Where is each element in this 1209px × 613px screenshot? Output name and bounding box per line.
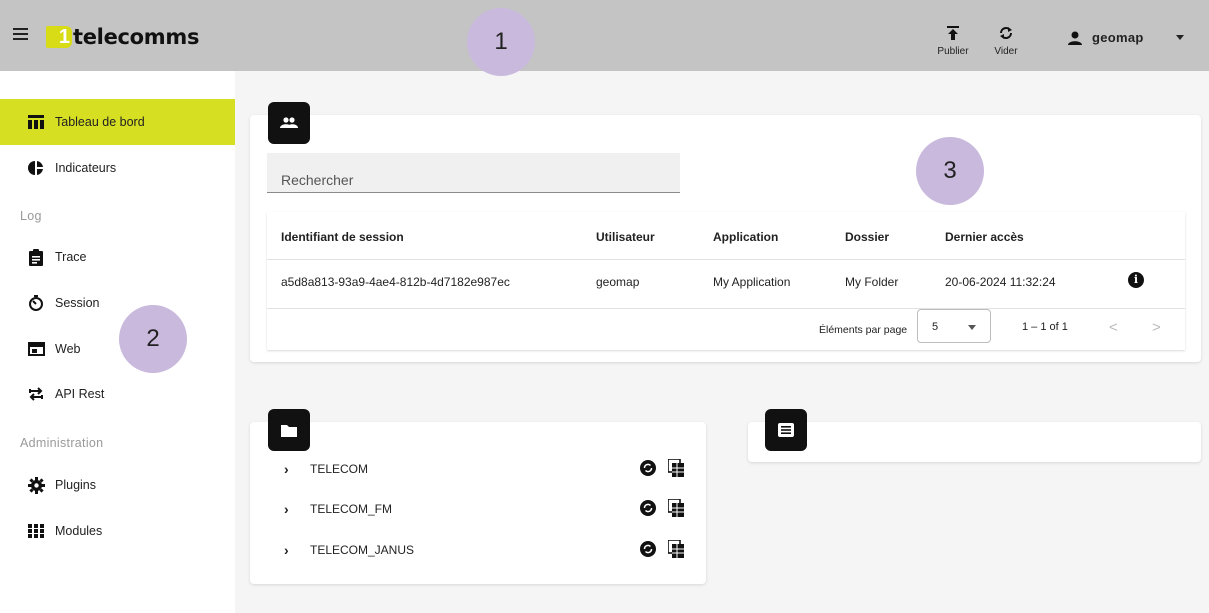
hamburger-menu-icon[interactable] xyxy=(13,28,31,42)
browser-window-icon xyxy=(27,340,45,358)
folder-icon xyxy=(281,424,297,437)
sidebar-item-indicators[interactable]: Indicateurs xyxy=(0,145,235,191)
users-badge xyxy=(268,102,310,144)
search-field[interactable] xyxy=(267,153,680,193)
clipboard-icon xyxy=(27,248,45,266)
sidebar-item-api-rest[interactable]: API Rest xyxy=(0,371,235,417)
app-logo[interactable]: 1 telecomms xyxy=(46,25,199,49)
sessions-table: Identifiant de session Utilisateur Appli… xyxy=(267,212,1185,350)
list-card xyxy=(748,422,1201,462)
sidebar-item-session[interactable]: Session xyxy=(0,280,235,326)
table-header: Identifiant de session Utilisateur Appli… xyxy=(267,212,1185,260)
users-icon xyxy=(280,117,298,128)
paginator: Éléments par page 5 1 – 1 of 1 < > xyxy=(267,309,1185,349)
chevron-right-icon[interactable]: › xyxy=(284,501,289,517)
items-per-page-label: Éléments par page xyxy=(819,324,908,336)
list-icon xyxy=(778,423,794,437)
sidebar-item-label: Trace xyxy=(55,250,87,264)
user-icon xyxy=(1068,31,1082,45)
search-input[interactable] xyxy=(267,153,680,192)
column-header-folder[interactable]: Dossier xyxy=(845,230,889,244)
chevron-right-icon[interactable]: › xyxy=(284,461,289,477)
cell-user: geomap xyxy=(596,275,640,289)
username: geomap xyxy=(1092,30,1144,45)
chevron-down-icon xyxy=(968,325,976,330)
refresh-icon[interactable] xyxy=(640,541,656,557)
user-menu[interactable]: geomap xyxy=(1068,30,1184,45)
sidebar-item-label: Web xyxy=(55,342,81,356)
sidebar-item-label: Plugins xyxy=(55,478,96,492)
cell-last-access: 20-06-2024 11:32:24 xyxy=(945,275,1056,289)
page-range: 1 – 1 of 1 xyxy=(1022,321,1068,333)
clear-label: Vider xyxy=(994,46,1018,57)
folder-tree-item[interactable]: › TELECOM_JANUS xyxy=(250,530,706,570)
section-label-administration: Administration xyxy=(20,436,104,450)
folder-name: TELECOM_FM xyxy=(310,502,393,516)
top-bar: 1 telecomms Publier Vider geomap xyxy=(0,0,1209,71)
annotation-marker-3: 3 xyxy=(916,137,984,205)
cell-application: My Application xyxy=(713,275,791,289)
section-label-log: Log xyxy=(20,209,42,223)
timer-icon xyxy=(27,294,45,312)
annotation-marker-2: 2 xyxy=(119,305,187,373)
sidebar-item-label: Indicateurs xyxy=(55,161,117,175)
sync-icon xyxy=(983,26,1029,42)
items-per-page-select[interactable]: 5 xyxy=(917,309,991,343)
sidebar-item-label: Modules xyxy=(55,524,103,538)
chevron-right-icon[interactable]: › xyxy=(284,542,289,558)
table-row[interactable]: a5d8a813-93a9-4ae4-812b-4d7182e987ec geo… xyxy=(267,261,1185,309)
annotation-marker-1: 1 xyxy=(467,8,535,76)
sidebar-item-label: API Rest xyxy=(55,387,105,401)
publish-button[interactable]: Publier xyxy=(930,26,976,57)
clear-button[interactable]: Vider xyxy=(983,26,1029,57)
items-per-page-value: 5 xyxy=(932,321,939,333)
cell-folder: My Folder xyxy=(845,275,899,289)
sidebar-item-dashboard[interactable]: Tableau de bord xyxy=(0,99,235,145)
dashboard-icon xyxy=(27,113,45,131)
upload-icon xyxy=(930,26,976,42)
grid-icon xyxy=(27,522,45,540)
list-badge xyxy=(765,409,807,451)
sidebar-item-trace[interactable]: Trace xyxy=(0,234,235,280)
previous-page-button[interactable]: < xyxy=(1109,319,1118,336)
folder-tree-item[interactable]: › TELECOM_FM xyxy=(250,489,706,529)
folder-name: TELECOM_JANUS xyxy=(310,543,415,557)
sidebar: Tableau de bord Indicateurs Log Trace Se… xyxy=(0,71,235,613)
sidebar-item-label: Tableau de bord xyxy=(55,115,145,129)
sidebar-item-web[interactable]: Web xyxy=(0,326,235,372)
swap-arrows-icon xyxy=(27,385,45,403)
cell-session-id: a5d8a813-93a9-4ae4-812b-4d7182e987ec xyxy=(281,275,510,289)
folder-name: TELECOM xyxy=(310,462,369,476)
copy-table-icon[interactable] xyxy=(668,459,684,477)
folder-badge xyxy=(268,409,310,451)
column-header-last-access[interactable]: Dernier accès xyxy=(945,230,1024,244)
copy-table-icon[interactable] xyxy=(668,499,684,517)
sidebar-item-label: Session xyxy=(55,296,100,310)
info-icon[interactable]: i xyxy=(1128,272,1144,288)
refresh-icon[interactable] xyxy=(640,500,656,516)
folder-tree-item[interactable]: › TELECOM xyxy=(250,449,706,489)
gear-icon xyxy=(27,476,45,494)
sidebar-item-plugins[interactable]: Plugins xyxy=(0,462,235,508)
refresh-icon[interactable] xyxy=(640,460,656,476)
publish-label: Publier xyxy=(937,46,969,57)
next-page-button[interactable]: > xyxy=(1152,319,1161,336)
chevron-down-icon xyxy=(1175,35,1184,40)
column-header-application[interactable]: Application xyxy=(713,230,778,244)
sidebar-item-modules[interactable]: Modules xyxy=(0,508,235,554)
column-header-user[interactable]: Utilisateur xyxy=(596,230,655,244)
copy-table-icon[interactable] xyxy=(668,540,684,558)
pie-chart-icon xyxy=(27,159,45,177)
logo-text: telecomms xyxy=(73,25,200,49)
logo-mark: 1 xyxy=(46,26,72,48)
column-header-session-id[interactable]: Identifiant de session xyxy=(281,230,404,244)
